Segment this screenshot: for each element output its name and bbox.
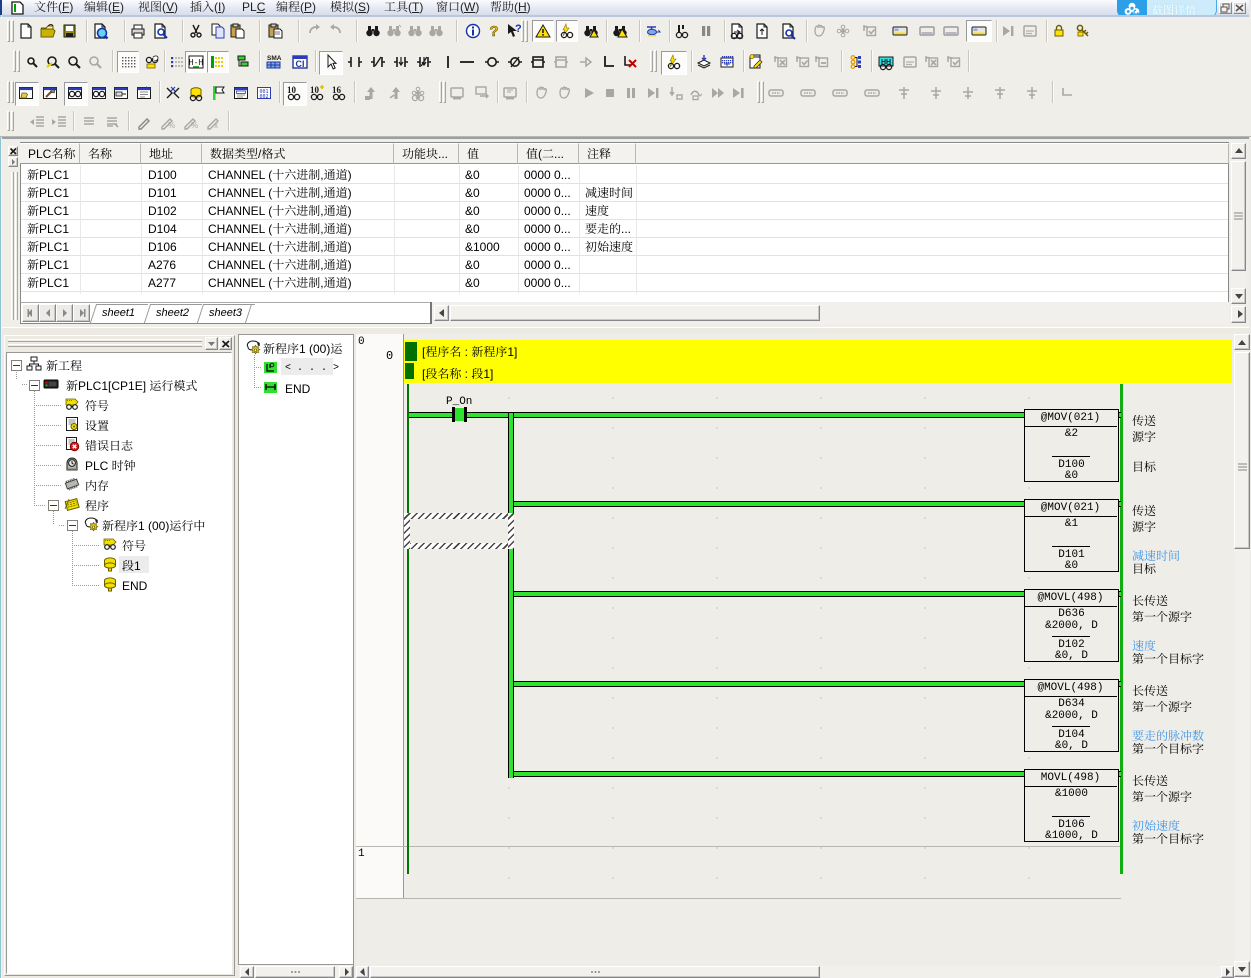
svg-text:%: % xyxy=(191,121,198,130)
svg-text:x: x xyxy=(214,121,218,130)
svg-text:SMA: SMA xyxy=(267,55,282,62)
svg-text:?: ? xyxy=(489,23,498,40)
svg-text:10: 10 xyxy=(310,85,320,95)
svg-text:002: 002 xyxy=(259,94,268,100)
svg-text:%: % xyxy=(168,121,175,130)
svg-text:16: 16 xyxy=(332,85,342,95)
svg-text:10: 10 xyxy=(287,85,297,95)
svg-text:H-H: H-H xyxy=(189,58,204,67)
svg-text:CI: CI xyxy=(296,59,305,69)
